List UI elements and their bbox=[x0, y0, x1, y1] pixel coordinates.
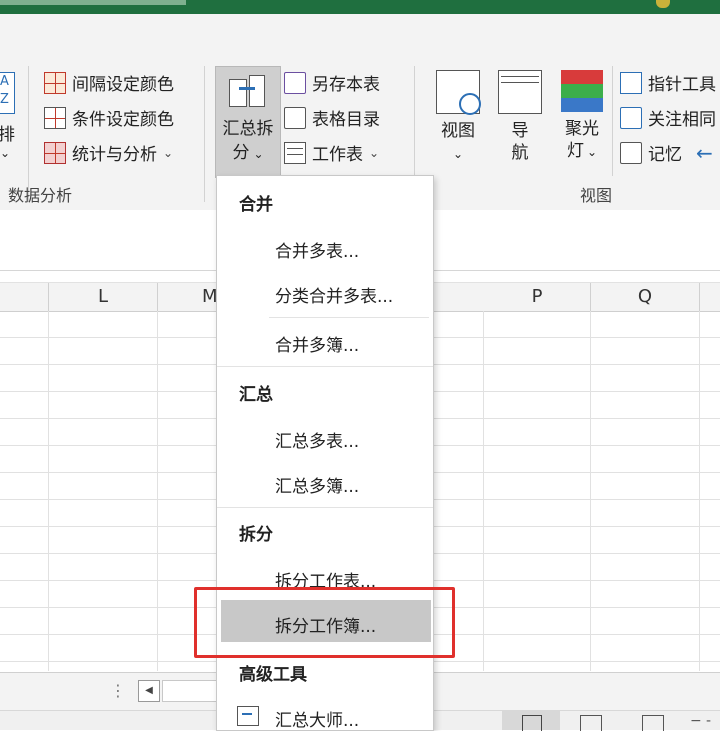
chevron-down-icon: ⌄ bbox=[253, 147, 264, 161]
menu-item-merge-workbooks[interactable]: 合并多簿... bbox=[275, 331, 359, 356]
scroll-left-button[interactable]: ◀ bbox=[138, 680, 160, 702]
focus-same-icon bbox=[620, 106, 642, 129]
title-bar bbox=[0, 0, 720, 14]
group-label-view: 视图 bbox=[580, 186, 613, 205]
column-header-partial[interactable] bbox=[0, 283, 49, 311]
sheet-directory-button[interactable]: 表格目录 bbox=[284, 105, 380, 130]
chevron-down-icon: ⌄ bbox=[452, 147, 464, 161]
chevron-down-icon: ⌄ bbox=[586, 145, 598, 159]
menu-item-merge-sheets[interactable]: 合并多表... bbox=[275, 237, 359, 262]
column-header-p[interactable]: P bbox=[484, 283, 591, 311]
group-label-data-analysis: 数据分析 bbox=[8, 186, 73, 205]
zoom-out-icon[interactable]: − bbox=[690, 713, 702, 729]
sort-az-icon: AZ bbox=[0, 72, 15, 114]
chevron-down-icon: ⌄ bbox=[0, 146, 11, 160]
worksheet-icon bbox=[284, 141, 306, 164]
menu-item-summary-sheets[interactable]: 汇总多表... bbox=[275, 427, 359, 452]
grid-line bbox=[157, 311, 158, 671]
menu-header-merge: 合并 bbox=[239, 195, 273, 215]
condition-color-icon bbox=[44, 106, 66, 129]
interval-color-icon bbox=[44, 71, 66, 94]
zoom-separator-icon: - bbox=[706, 713, 712, 729]
grid-line bbox=[483, 311, 484, 671]
title-avatar-icon bbox=[656, 0, 670, 8]
save-sheet-as-button[interactable]: 另存本表 bbox=[284, 70, 380, 95]
chevron-down-icon: ⌄ bbox=[163, 145, 174, 160]
arrow-left-icon[interactable]: ← bbox=[696, 141, 713, 165]
summary-master-icon bbox=[237, 706, 259, 726]
save-as-icon bbox=[284, 71, 306, 94]
normal-view-button[interactable] bbox=[502, 711, 560, 731]
sort-button-partial[interactable]: AZ 排 ⌄ bbox=[0, 72, 16, 162]
stats-analysis-button[interactable]: 统计与分析 ⌄ bbox=[44, 140, 173, 165]
column-header-q[interactable]: Q bbox=[591, 283, 700, 311]
memory-button[interactable]: 记忆 ← bbox=[620, 140, 713, 165]
pointer-tool-icon bbox=[620, 71, 642, 94]
menu-separator bbox=[269, 317, 429, 318]
menu-separator bbox=[217, 366, 433, 367]
stats-analysis-icon bbox=[44, 141, 66, 164]
directory-icon bbox=[284, 106, 306, 129]
more-options-icon[interactable]: ⋮ bbox=[110, 681, 126, 700]
ribbon-separator bbox=[204, 66, 205, 202]
highlight-annotation-box bbox=[194, 587, 455, 658]
ribbon-separator bbox=[612, 66, 613, 176]
menu-item-summary-master[interactable]: 汇总大师... bbox=[275, 706, 359, 731]
view-button[interactable]: 视图 ⌄ bbox=[432, 70, 484, 165]
menu-item-summary-workbooks[interactable]: 汇总多簿... bbox=[275, 472, 359, 497]
horizontal-scrollbar[interactable] bbox=[162, 680, 218, 702]
grid-line bbox=[699, 311, 700, 671]
menu-item-category-merge-sheets[interactable]: 分类合并多表... bbox=[275, 282, 393, 307]
grid-line bbox=[48, 311, 49, 671]
view-icon bbox=[436, 70, 481, 115]
sort-label: 排 bbox=[0, 125, 15, 145]
navigation-button[interactable]: 导 航 bbox=[496, 70, 544, 164]
navigation-icon bbox=[498, 70, 542, 114]
summary-split-button[interactable]: 汇总拆 分 ⌄ bbox=[215, 66, 281, 178]
menu-header-split: 拆分 bbox=[239, 525, 273, 545]
worksheet-button[interactable]: 工作表 ⌄ bbox=[284, 140, 379, 165]
grid-line bbox=[590, 311, 591, 671]
chevron-down-icon: ⌄ bbox=[369, 145, 380, 160]
menu-separator bbox=[217, 507, 433, 508]
spotlight-icon bbox=[561, 70, 603, 112]
pointer-tool-button[interactable]: 指针工具 bbox=[620, 70, 716, 95]
memory-icon bbox=[620, 141, 642, 164]
menu-header-summary: 汇总 bbox=[239, 385, 273, 405]
condition-color-button[interactable]: 条件设定颜色 bbox=[44, 105, 174, 130]
spotlight-button[interactable]: 聚光 灯 ⌄ bbox=[556, 70, 608, 163]
column-header-l[interactable]: L bbox=[49, 283, 158, 311]
title-tab-strip bbox=[0, 0, 186, 5]
focus-same-button[interactable]: 关注相同 bbox=[620, 105, 716, 130]
interval-color-button[interactable]: 间隔设定颜色 bbox=[44, 70, 174, 95]
summary-split-icon bbox=[229, 75, 265, 109]
menu-header-advanced-tools: 高级工具 bbox=[239, 665, 307, 685]
